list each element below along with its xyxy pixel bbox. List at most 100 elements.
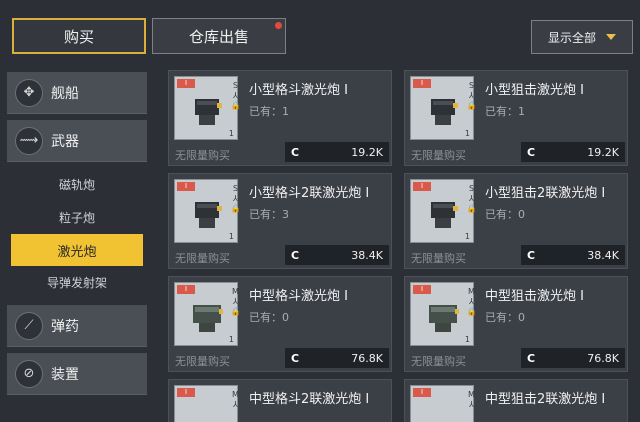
item-owned: 已有：0 [485,311,525,324]
item-level: 1 [464,335,470,344]
size-label: S [232,184,239,193]
item-owned: 已有：0 [485,208,525,221]
size-label: S [232,81,239,90]
item-card[interactable]: I M ⅄ 🔒 1 中型格斗激光炮 I 已有：0 无限量购买 C 76.8K [168,276,392,372]
price-amount: 38.4K [587,248,619,262]
sidebar-item-label: 装置 [51,366,79,383]
filter-dropdown[interactable]: 显示全部 [531,20,633,54]
sidebar-item-label: 武器 [51,133,79,150]
person-icon: ⅄ [469,297,474,306]
item-level: 1 [464,129,470,138]
price-button[interactable]: C 19.2K [285,142,389,162]
unlimited-label: 无限量购买 [175,149,230,162]
sidebar-item-label: 舰船 [51,85,79,102]
laser-turret-icon [429,305,459,332]
price-button[interactable]: C 19.2K [521,142,625,162]
chevron-down-icon [606,34,616,40]
item-meta: S ⅄ 🔒 [230,81,241,111]
item-level: 1 [228,232,234,241]
tab-buy[interactable]: 购买 [12,18,146,54]
unlimited-label: 无限量购买 [411,355,466,368]
item-name: 中型格斗激光炮 I [249,289,348,304]
size-label: M [468,287,475,296]
tier-badge: I [413,79,431,88]
credit-icon: C [527,248,536,262]
lock-icon: 🔒 [230,307,241,316]
lock-icon: 🔒 [466,307,477,316]
size-label: M [468,390,475,399]
tab-buy-label: 购买 [63,27,94,46]
tier-badge: I [413,285,431,294]
item-meta: S ⅄ 🔒 [466,184,477,214]
item-owned: 已有：1 [249,105,289,118]
item-thumbnail: I S ⅄ 🔒 1 [174,179,241,243]
size-label: S [468,184,475,193]
unlimited-label: 无限量购买 [175,355,230,368]
lock-icon: 🔒 [466,101,477,110]
unlimited-label: 无限量购买 [411,149,466,162]
item-thumbnail: I M ⅄ [174,385,239,422]
item-card[interactable]: I M ⅄ 中型格斗2联激光炮 I [168,379,392,422]
size-label: S [468,81,475,90]
sub-laser-cannon[interactable]: 激光炮 [11,234,143,266]
sidebar-item-label: 弹药 [51,318,79,335]
credit-icon: C [291,248,300,262]
lock-icon: 🔒 [230,204,241,213]
item-meta: M ⅄ 🔒 [466,287,477,317]
item-name: 小型狙击激光炮 I [485,83,584,98]
sidebar: ✥ 舰船 ⟿ 武器 磁轨炮 粒子炮 激光炮 导弹发射架 ⟋ 弹药 ⊘ 装置 [7,72,147,401]
unlimited-label: 无限量购买 [411,252,466,265]
item-card[interactable]: I M ⅄ 中型狙击2联激光炮 I [404,379,628,422]
item-name: 中型格斗2联激光炮 I [249,392,370,407]
price-button[interactable]: C 76.8K [285,348,389,368]
item-name: 小型狙击2联激光炮 I [485,186,606,201]
price-amount: 76.8K [587,351,619,365]
item-thumbnail: I M ⅄ 🔒 1 [410,282,477,346]
item-thumbnail: I S ⅄ 🔒 1 [410,76,477,140]
sidebar-item-device[interactable]: ⊘ 装置 [7,353,147,395]
item-name: 小型格斗2联激光炮 I [249,186,370,201]
person-icon: ⅄ [233,400,238,409]
price-amount: 19.2K [351,145,383,159]
item-owned: 已有：1 [485,105,525,118]
tier-badge: I [413,182,431,191]
item-card[interactable]: I S ⅄ 🔒 1 小型格斗激光炮 I 已有：1 无限量购买 C 19.2K [168,70,392,166]
sub-particle-cannon[interactable]: 粒子炮 [7,201,147,234]
item-card[interactable]: I S ⅄ 🔒 1 小型格斗2联激光炮 I 已有：3 无限量购买 C 38.4K [168,173,392,269]
credit-icon: C [527,351,536,365]
weapon-icon: ⟿ [15,126,43,155]
credit-icon: C [291,145,300,159]
sidebar-item-ships[interactable]: ✥ 舰船 [7,72,147,114]
tier-badge: I [413,388,431,397]
price-button[interactable]: C 38.4K [521,245,625,265]
tab-warehouse-sell[interactable]: 仓库出售 [152,18,286,54]
tab-sell-label: 仓库出售 [188,27,249,46]
item-level: 1 [464,232,470,241]
item-thumbnail: I S ⅄ 🔒 1 [410,179,477,243]
sub-railgun[interactable]: 磁轨炮 [7,168,147,201]
person-icon: ⅄ [469,400,474,409]
person-icon: ⅄ [469,91,474,100]
tier-badge: I [177,285,195,294]
item-name: 中型狙击激光炮 I [485,289,584,304]
laser-turret-icon [195,99,222,125]
lock-icon: 🔒 [466,204,477,213]
item-name: 中型狙击2联激光炮 I [485,392,606,407]
device-icon: ⊘ [15,359,43,388]
tier-badge: I [177,79,195,88]
item-thumbnail: I M ⅄ [410,385,475,422]
notification-dot [275,22,282,29]
item-card[interactable]: I S ⅄ 🔒 1 小型狙击2联激光炮 I 已有：0 无限量购买 C 38.4K [404,173,628,269]
laser-turret-icon [431,99,458,125]
item-card[interactable]: I S ⅄ 🔒 1 小型狙击激光炮 I 已有：1 无限量购买 C 19.2K [404,70,628,166]
price-button[interactable]: C 38.4K [285,245,389,265]
person-icon: ⅄ [233,297,238,306]
sidebar-item-weapons[interactable]: ⟿ 武器 [7,120,147,162]
item-card[interactable]: I M ⅄ 🔒 1 中型狙击激光炮 I 已有：0 无限量购买 C 76.8K [404,276,628,372]
sidebar-item-ammo[interactable]: ⟋ 弹药 [7,305,147,347]
sub-missile-launcher[interactable]: 导弹发射架 [7,266,147,299]
filter-label: 显示全部 [547,30,596,45]
item-thumbnail: I M ⅄ 🔒 1 [174,282,241,346]
top-tabs: 购买 仓库出售 [12,18,286,54]
price-button[interactable]: C 76.8K [521,348,625,368]
